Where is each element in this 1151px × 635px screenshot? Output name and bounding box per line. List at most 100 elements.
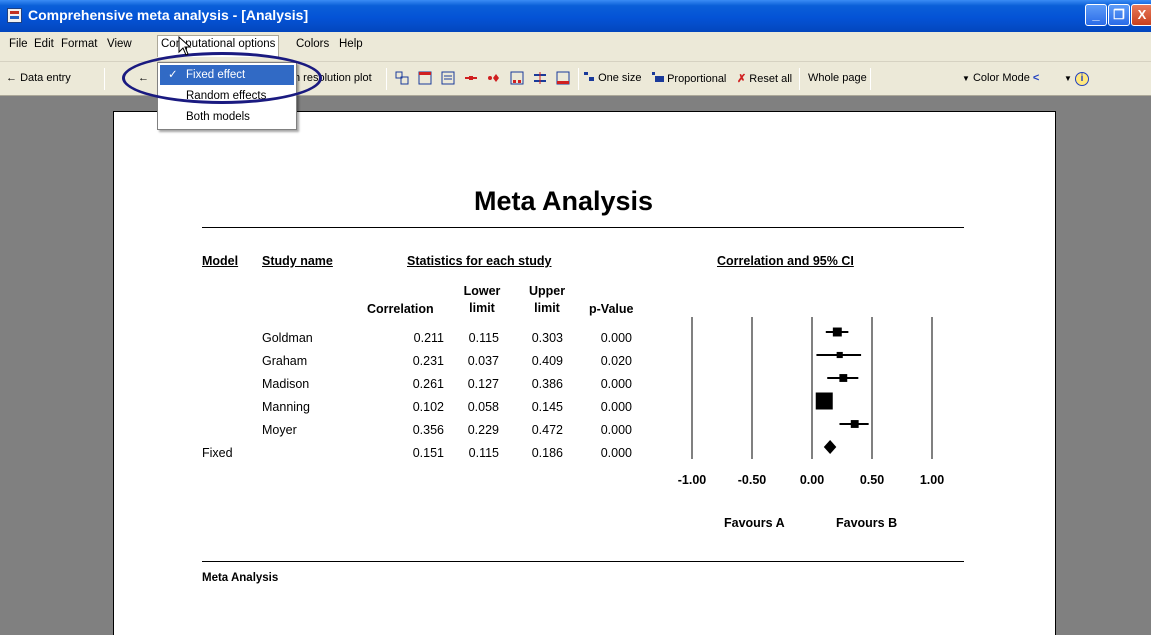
menu-help[interactable]: Help [339, 38, 363, 50]
cell-p-value: 0.000 [600, 400, 632, 414]
header-icon[interactable] [418, 71, 432, 85]
header-statistics-group: Statistics for each study [407, 254, 552, 268]
axis-tick-label: -0.50 [738, 473, 767, 487]
dropdown-arrow-icon: ▼ [962, 74, 970, 83]
menu-colors[interactable]: Colors [296, 38, 329, 50]
separator [104, 68, 105, 90]
mouse-cursor-icon [178, 36, 192, 56]
header-lower-1: Lower [463, 284, 501, 298]
effect-square [839, 374, 848, 382]
spacing-icon[interactable] [533, 71, 547, 85]
restore-button[interactable]: ❐ [1108, 4, 1130, 26]
separator [578, 68, 579, 90]
menu-view[interactable]: View [107, 38, 132, 50]
arrow-left-icon: < [1032, 72, 1040, 84]
columns-icon[interactable] [441, 71, 455, 85]
favours-b-label: Favours B [836, 516, 898, 530]
axis-tick-label: 0.50 [860, 473, 884, 487]
app-icon [7, 8, 22, 23]
header-p-value: p-Value [589, 302, 634, 316]
menu-edit[interactable]: Edit [34, 38, 54, 50]
effect-square [832, 327, 842, 337]
cell-correlation: 0.231 [412, 354, 444, 368]
header-lower-2: limit [469, 301, 495, 315]
one-size-icon [584, 72, 595, 81]
cell-lower: 0.115 [468, 446, 499, 460]
cell-p-value: 0.000 [600, 423, 632, 437]
cell-upper: 0.386 [531, 377, 563, 391]
one-size-button[interactable]: One size [584, 72, 641, 84]
window-title: Comprehensive meta analysis - [Analysis] [28, 7, 309, 23]
layout-icon[interactable] [395, 71, 409, 85]
study-name: Moyer [262, 423, 297, 437]
effect-square [836, 351, 843, 359]
cell-p-value: 0.020 [600, 354, 632, 368]
cell-correlation: 0.151 [412, 446, 444, 460]
cell-p-value: 0.000 [600, 331, 632, 345]
ci-line-icon[interactable] [464, 71, 478, 85]
proportional-icon [652, 72, 664, 82]
cell-lower: 0.115 [468, 331, 499, 345]
cell-p-value: 0.000 [600, 377, 632, 391]
info-button[interactable]: ▼ i [1064, 72, 1089, 86]
close-button[interactable]: X [1131, 4, 1151, 26]
footer-divider [202, 561, 964, 562]
study-name: Goldman [262, 331, 313, 345]
cell-correlation: 0.211 [413, 331, 444, 345]
menu-file[interactable]: File [9, 38, 28, 50]
header-upper-2: limit [534, 301, 560, 315]
menu-format[interactable]: Format [61, 38, 97, 50]
cell-lower: 0.229 [467, 423, 499, 437]
diamond-icon[interactable] [487, 71, 501, 85]
data-entry-button[interactable]: ← Data entry [6, 72, 71, 84]
study-name: Graham [262, 354, 308, 368]
axis-tick-label: -1.00 [678, 473, 707, 487]
header-study-name: Study name [262, 254, 333, 268]
cell-upper: 0.186 [531, 446, 563, 460]
report-page: Meta Analysis Model Study name Statistic… [113, 111, 1056, 635]
header-correlation: Correlation [367, 302, 434, 316]
title-bar: Comprehensive meta analysis - [Analysis]… [0, 0, 1151, 32]
cell-correlation: 0.102 [412, 400, 444, 414]
axis-tick-label: 0.00 [800, 473, 824, 487]
box-icon[interactable] [510, 71, 524, 85]
cell-lower: 0.058 [467, 400, 499, 414]
effect-square [850, 420, 859, 428]
favours-a-label: Favours A [724, 516, 785, 530]
back-arrow-icon: ← [6, 72, 17, 84]
axis-tick-label: 1.00 [920, 473, 944, 487]
reset-all-button[interactable]: ✗ Reset all [737, 72, 792, 85]
whole-page-button[interactable]: Whole page [808, 72, 867, 84]
highlight-ellipse [122, 52, 322, 104]
cell-upper: 0.472 [531, 423, 563, 437]
cell-upper: 0.409 [531, 354, 563, 368]
menu-option-both-models[interactable]: Both models [160, 107, 294, 127]
separator [870, 68, 871, 90]
summary-diamond [823, 440, 837, 454]
cell-lower: 0.037 [467, 354, 499, 368]
effect-square [815, 392, 833, 410]
info-icon: i [1074, 72, 1089, 86]
footer-text: Meta Analysis [202, 572, 279, 584]
footer-icon[interactable] [556, 71, 570, 85]
color-mode-button[interactable]: ▼ Color Mode < [962, 72, 1039, 84]
summary-model: Fixed [202, 446, 233, 460]
dropdown-arrow-icon: ▼ [1064, 74, 1072, 83]
minimize-button[interactable]: _ [1085, 4, 1107, 26]
cell-p-value: 0.000 [600, 446, 632, 460]
red-x-icon: ✗ [737, 73, 747, 85]
separator [799, 68, 800, 90]
cell-correlation: 0.356 [412, 423, 444, 437]
title-divider [202, 227, 964, 228]
header-ci-group: Correlation and 95% CI [717, 254, 854, 268]
study-name: Madison [262, 377, 310, 391]
proportional-button[interactable]: Proportional [652, 72, 726, 85]
header-upper-1: Upper [528, 284, 566, 298]
forest-plot: -1.00 -0.50 0.00 0.50 1.00 [678, 317, 944, 487]
header-model: Model [202, 254, 239, 268]
cell-correlation: 0.261 [412, 377, 444, 391]
cell-upper: 0.303 [531, 331, 563, 345]
study-name: Manning [262, 400, 310, 414]
cell-lower: 0.127 [467, 377, 499, 391]
separator [386, 68, 387, 90]
